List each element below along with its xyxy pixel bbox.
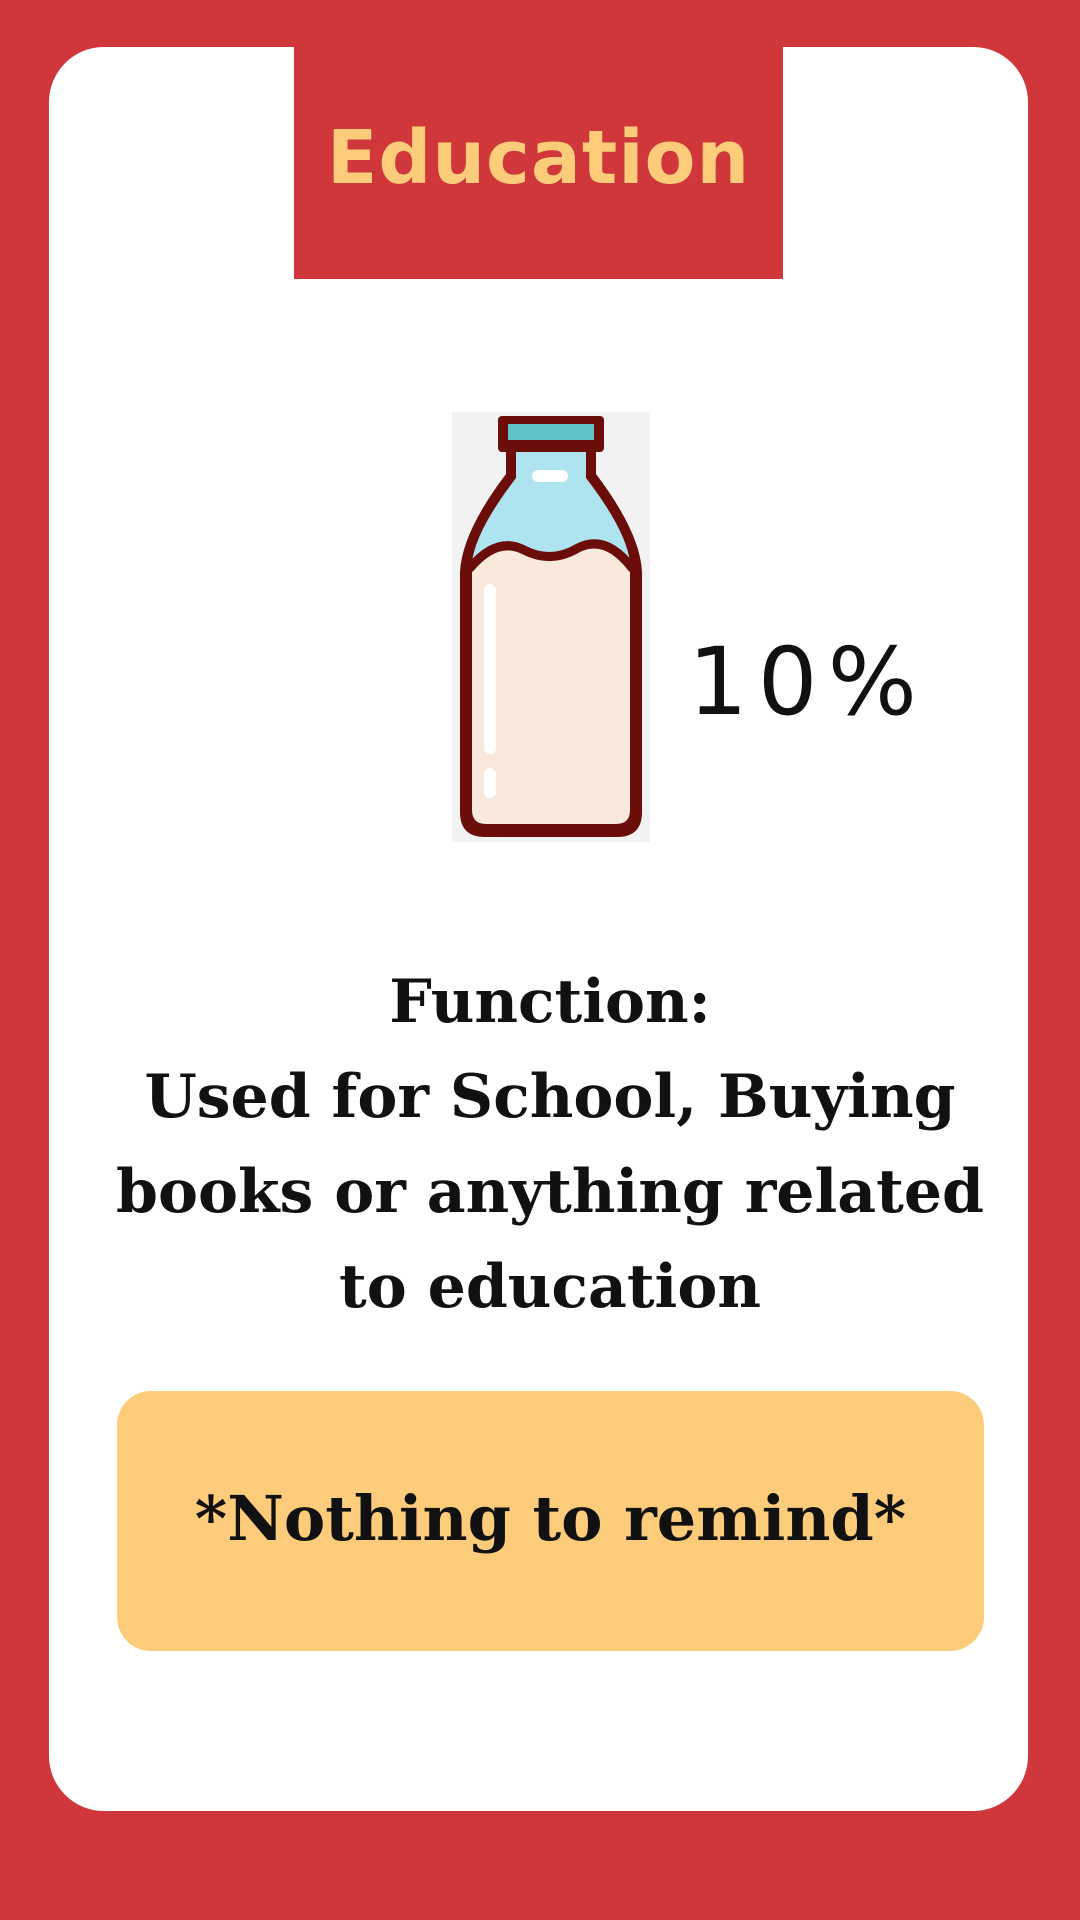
category-title: Education — [326, 115, 751, 201]
function-description: Function: Used for School, Buying books … — [100, 955, 1000, 1335]
reminder-text: *Nothing to remind* — [194, 1481, 907, 1555]
function-line: to education — [339, 1252, 761, 1322]
category-header: Education — [294, 47, 783, 279]
reminder-box: *Nothing to remind* — [117, 1391, 984, 1651]
function-heading: Function: — [389, 967, 711, 1037]
milk-bottle-icon — [452, 412, 650, 842]
function-line: Used for School, Buying — [144, 1062, 956, 1132]
function-line: books or anything related — [115, 1157, 984, 1227]
allocation-percentage: 10% — [688, 628, 927, 737]
